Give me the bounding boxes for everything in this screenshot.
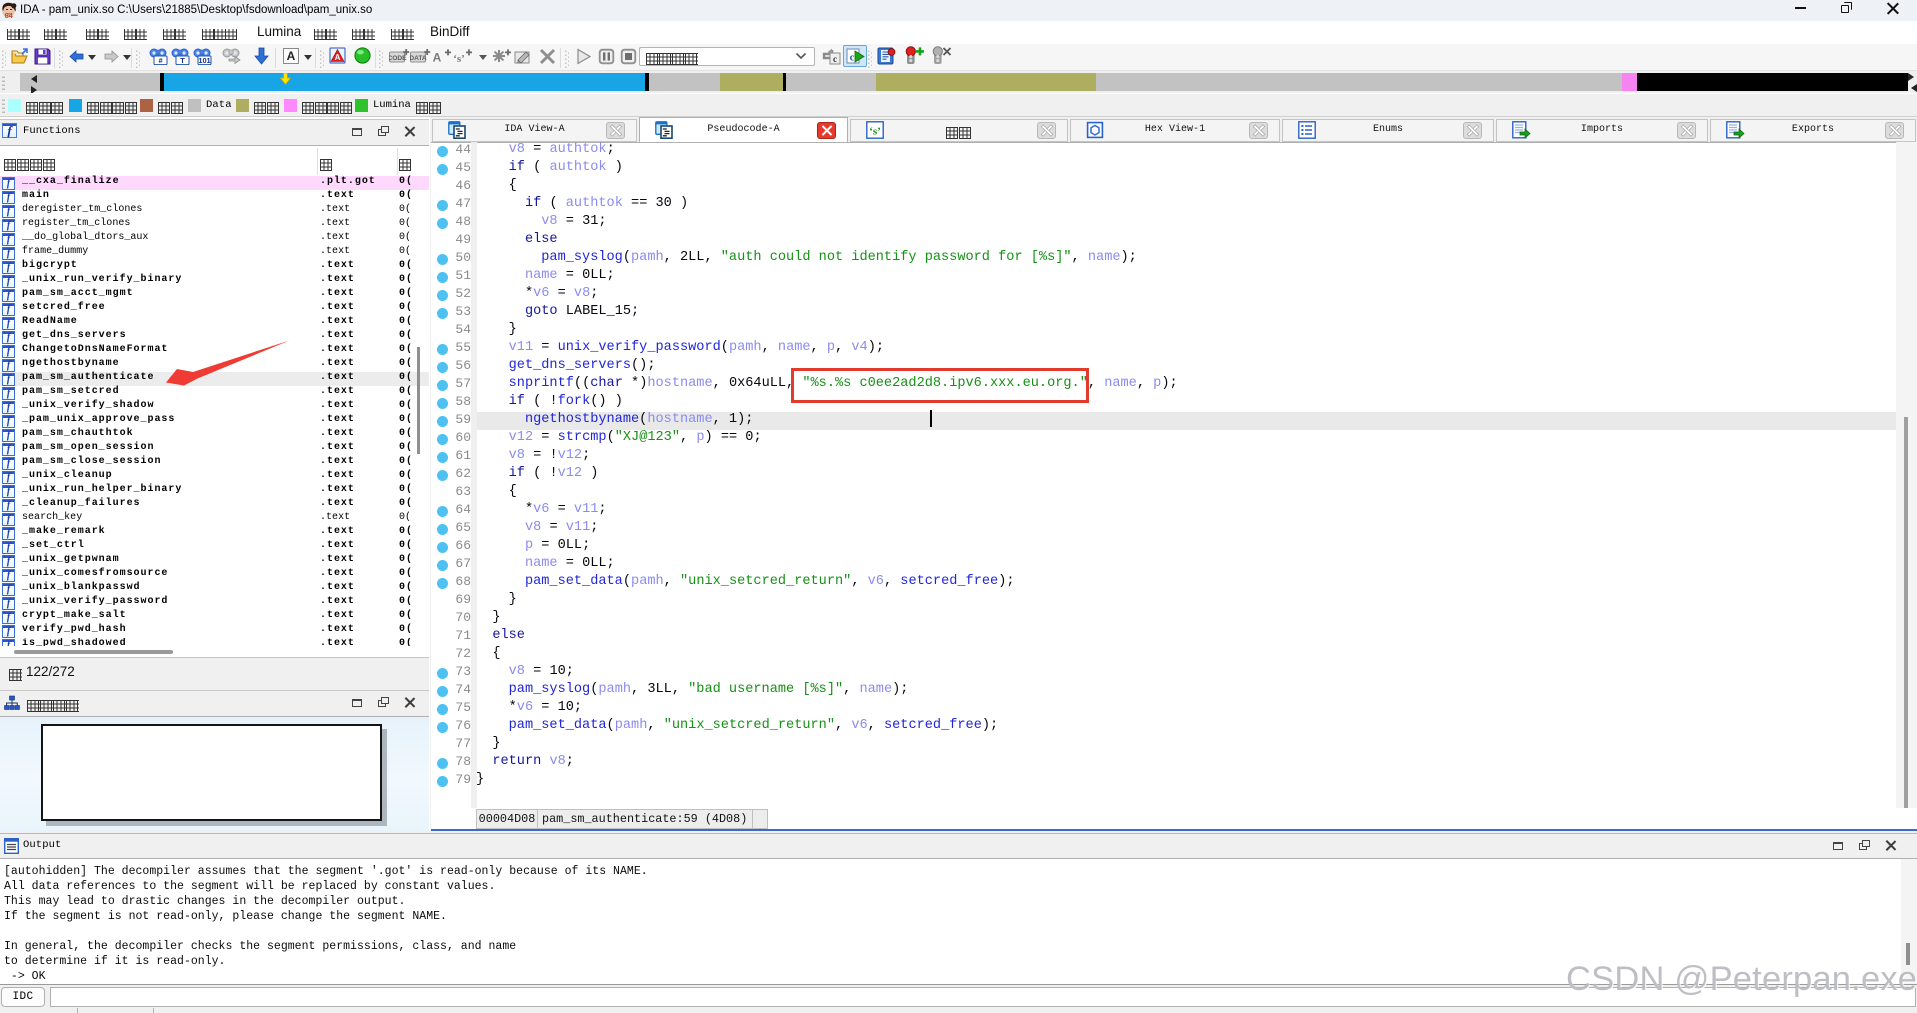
svg-text:c: c	[850, 52, 855, 63]
svg-text:A: A	[335, 53, 341, 62]
svg-text:DATA: DATA	[410, 55, 427, 62]
svg-text:c: c	[833, 54, 837, 64]
svg-text:64: 64	[5, 11, 14, 19]
svg-text:‘s’: ‘s’	[453, 53, 465, 65]
svg-text:101: 101	[198, 56, 210, 65]
svg-text:T: T	[180, 56, 185, 65]
svg-text:‘s’: ‘s’	[869, 125, 881, 137]
svg-text:A: A	[433, 51, 442, 65]
svg-text:CODE: CODE	[389, 55, 407, 62]
svg-text:#: #	[158, 56, 162, 65]
